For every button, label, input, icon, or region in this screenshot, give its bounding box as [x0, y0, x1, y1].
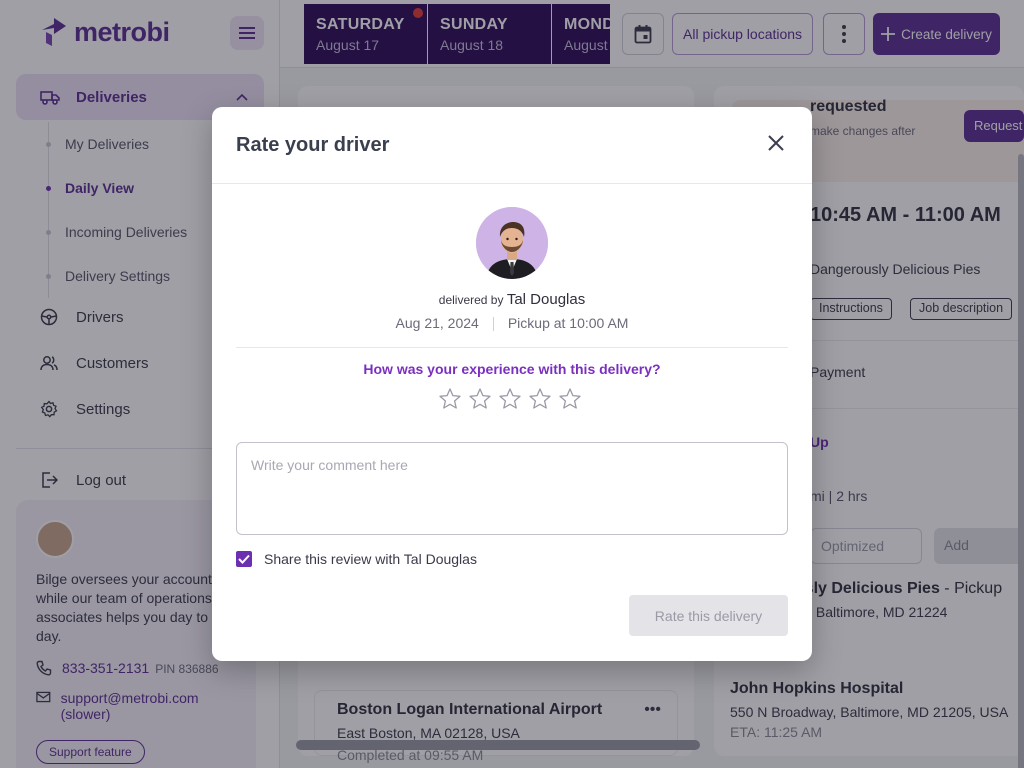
star-icon[interactable] — [438, 387, 462, 411]
modal-header: Rate your driver — [212, 107, 812, 184]
star-icon[interactable] — [498, 387, 522, 411]
rating-question: How was your experience with this delive… — [363, 361, 661, 377]
delivery-meta: Aug 21, 2024 Pickup at 10:00 AM — [212, 315, 812, 332]
modal-title: Rate your driver — [236, 133, 390, 156]
pickup-time: Pickup at 10:00 AM — [507, 315, 629, 331]
driver-name: Tal Douglas — [506, 291, 586, 308]
close-button[interactable] — [764, 131, 788, 155]
delivered-by-line: delivered by Tal Douglas — [212, 291, 812, 308]
share-review-checkbox[interactable] — [236, 551, 252, 567]
driver-photo — [476, 207, 548, 279]
comment-textarea[interactable] — [236, 442, 788, 535]
rate-delivery-button[interactable]: Rate this delivery — [629, 595, 788, 636]
checkmark-icon — [238, 554, 250, 564]
rate-driver-modal: Rate your driver delivered by Tal Dougla… — [212, 107, 812, 661]
delivery-date: Aug 21, 2024 — [395, 315, 479, 331]
star-icon[interactable] — [558, 387, 582, 411]
close-icon — [768, 135, 784, 151]
divider — [492, 317, 494, 332]
star-icon[interactable] — [528, 387, 552, 411]
star-icon[interactable] — [468, 387, 492, 411]
driver-avatar — [476, 207, 548, 279]
star-rating[interactable] — [438, 387, 582, 411]
share-review-row[interactable]: Share this review with Tal Douglas — [236, 551, 477, 567]
share-review-label: Share this review with Tal Douglas — [264, 551, 477, 567]
divider — [236, 347, 788, 348]
delivered-by-label: delivered by — [438, 293, 504, 307]
